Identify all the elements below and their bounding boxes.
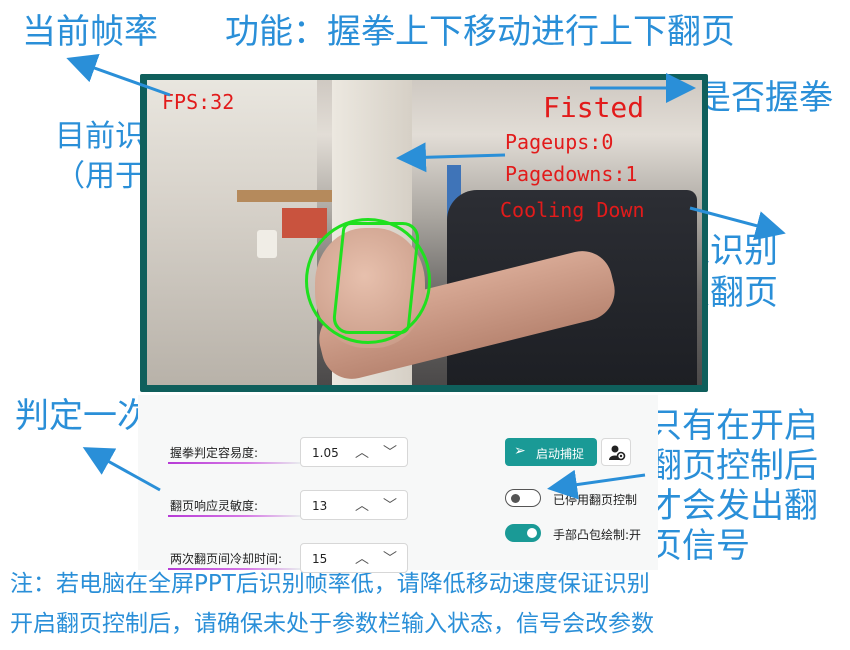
arrow-page-count bbox=[396, 142, 506, 173]
arrow-sensitivity bbox=[82, 447, 161, 492]
annotation-arrows bbox=[66, 53, 786, 500]
arrow-page-control bbox=[547, 469, 646, 500]
arrow-cooldown bbox=[689, 206, 786, 241]
arrow-fps bbox=[66, 53, 171, 97]
